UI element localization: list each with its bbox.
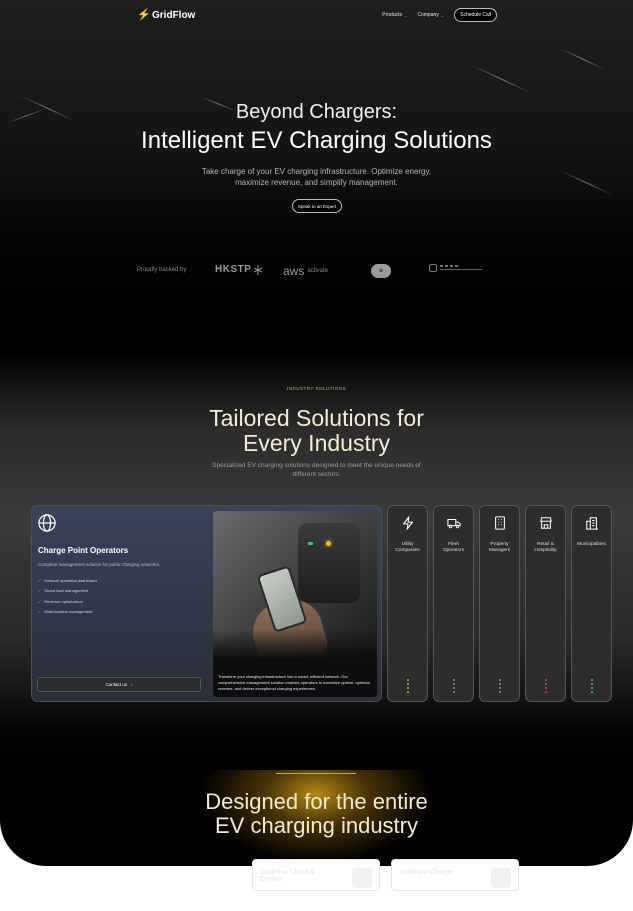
- card-indicator-dots: [545, 679, 547, 693]
- speak-to-expert-button[interactable]: Speak to an Expert: [292, 199, 342, 213]
- product-card-cloud-label: GridFlow Cloud & Control: [260, 869, 315, 883]
- hero-title-line2: Intelligent EV Charging Solutions: [141, 127, 492, 154]
- decor-streak: [559, 170, 615, 197]
- feature-item-label: Revenue optimization: [44, 598, 83, 604]
- globe-icon: [38, 514, 56, 532]
- backer-logo-round: ≡: [371, 264, 391, 278]
- industry-card-municipalities[interactable]: Municipalities: [571, 505, 612, 702]
- feature-item: ✓ Multi-location management: [38, 607, 97, 618]
- feature-list: ✓ Network operation dashboard ✓ Smart load…: [38, 575, 97, 617]
- industry-card-label: Property Managers: [488, 542, 511, 553]
- gov-emblem-icon: [429, 264, 437, 272]
- chevron-down-icon: ⌄: [404, 12, 408, 18]
- glow-line-decor: [276, 773, 356, 774]
- hkstp-logo-text: HKSTP: [215, 264, 252, 275]
- bottom-section-title: Designed for the entire EV charging indu…: [0, 790, 633, 838]
- hkstp-logo: HKSTP: [215, 264, 263, 275]
- industry-card-utility[interactable]: Utility Companies: [387, 505, 428, 702]
- building-icon: [495, 516, 505, 530]
- feature-item-label: Network operation dashboard: [44, 577, 97, 583]
- gov-wordmark-icon: [440, 265, 482, 270]
- section-title-line1: Tailored Solutions for: [209, 405, 424, 431]
- truck-icon: [447, 518, 461, 529]
- feature-item: ✓ Smart load management: [38, 586, 97, 597]
- product-card-charge-icon: [491, 868, 511, 888]
- check-icon: ✓: [38, 609, 42, 615]
- section-subtitle: Specialized EV charging solutions design…: [212, 462, 421, 478]
- bottom-title-line2: EV charging industry: [215, 813, 418, 838]
- nav-links: Products ⌄ Company ⌄ Schedule Call: [382, 8, 497, 22]
- nav-company-label: Company: [417, 12, 439, 18]
- contact-us-button[interactable]: Contact us ›: [37, 677, 201, 692]
- section-title-line2: Every Industry: [243, 430, 390, 456]
- backer-logo-gov: [429, 264, 482, 272]
- industry-card-label: Utility Companies: [395, 542, 420, 553]
- photo-caption: Transform your charging infrastructure i…: [218, 674, 371, 691]
- schedule-call-button[interactable]: Schedule Call: [454, 8, 497, 22]
- feature-item: ✓ Revenue optimization: [38, 596, 97, 607]
- industry-card-label: Retail & Hospitality: [534, 542, 557, 553]
- check-icon: ✓: [38, 588, 42, 594]
- hero-subtitle: Take charge of your EV charging infrastr…: [201, 167, 432, 187]
- city-icon: [585, 517, 599, 530]
- feature-item: ✓ Network operation dashboard: [38, 575, 97, 586]
- industry-card-retail[interactable]: Retail & Hospitality: [525, 505, 566, 702]
- decor-streak: [469, 64, 534, 95]
- industry-card-property[interactable]: Property Managers: [479, 505, 520, 702]
- featured-card-title: Charge Point Operators: [38, 546, 129, 555]
- industry-card-label: Municipalities: [577, 542, 606, 547]
- spark-icon: [254, 264, 263, 275]
- decor-streak: [559, 48, 606, 71]
- industry-card-fleet[interactable]: Fleet Operators: [433, 505, 474, 702]
- feature-item-label: Multi-location management: [44, 609, 93, 615]
- contact-us-label: Contact us: [105, 682, 127, 687]
- charger-status-light: [308, 542, 313, 545]
- section-title: Tailored Solutions for Every Industry: [0, 406, 633, 456]
- product-card-charge-label: GridFlow Charge: [400, 869, 453, 876]
- card-indicator-dots: [499, 679, 501, 693]
- brand-logo[interactable]: ⚡ GridFlow: [137, 8, 196, 21]
- industry-card-label: Fleet Operators: [442, 542, 465, 553]
- card-indicator-dots: [591, 679, 593, 693]
- feature-item-label: Smart load management: [44, 588, 89, 594]
- nav-company[interactable]: Company ⌄: [417, 12, 444, 18]
- check-icon: ✓: [38, 598, 42, 604]
- card-indicator-dots: [407, 679, 409, 693]
- backed-by-label: Proudly backed by: [137, 267, 187, 273]
- bolt-logo-icon: ⚡: [137, 8, 151, 21]
- chevron-down-icon: ⌄: [440, 12, 445, 18]
- charger-indicator-light: [326, 541, 331, 546]
- product-card-cloud-icon: [352, 868, 372, 888]
- brand-name: GridFlow: [152, 9, 196, 21]
- aws-activate-logo: aws activate: [283, 264, 328, 278]
- top-nav: ⚡ GridFlow Products ⌄ Company ⌄ Schedule…: [137, 6, 497, 24]
- charging-photo: [213, 511, 377, 697]
- lightning-icon: [403, 516, 413, 530]
- page-viewport: ⚡ GridFlow Products ⌄ Company ⌄ Schedule…: [0, 0, 633, 866]
- bottom-title-line1: Designed for the entire: [205, 789, 428, 814]
- featured-card-description: Complete management solution for public …: [38, 562, 161, 567]
- nav-products-label: Products: [382, 12, 403, 18]
- nav-products[interactable]: Products ⌄: [382, 12, 407, 18]
- store-icon: [540, 517, 552, 529]
- section-eyebrow: INDUSTRY SOLUTIONS: [286, 386, 347, 391]
- chevron-right-icon: ›: [131, 682, 133, 687]
- check-icon: ✓: [38, 577, 42, 583]
- hero-title-line1: Beyond Chargers:: [235, 101, 398, 123]
- charger-image: [298, 523, 360, 603]
- aws-activate-text: activate: [307, 268, 329, 274]
- aws-logo-text: aws: [283, 264, 305, 278]
- card-indicator-dots: [453, 679, 455, 693]
- round-logo-icon: ≡: [371, 264, 391, 278]
